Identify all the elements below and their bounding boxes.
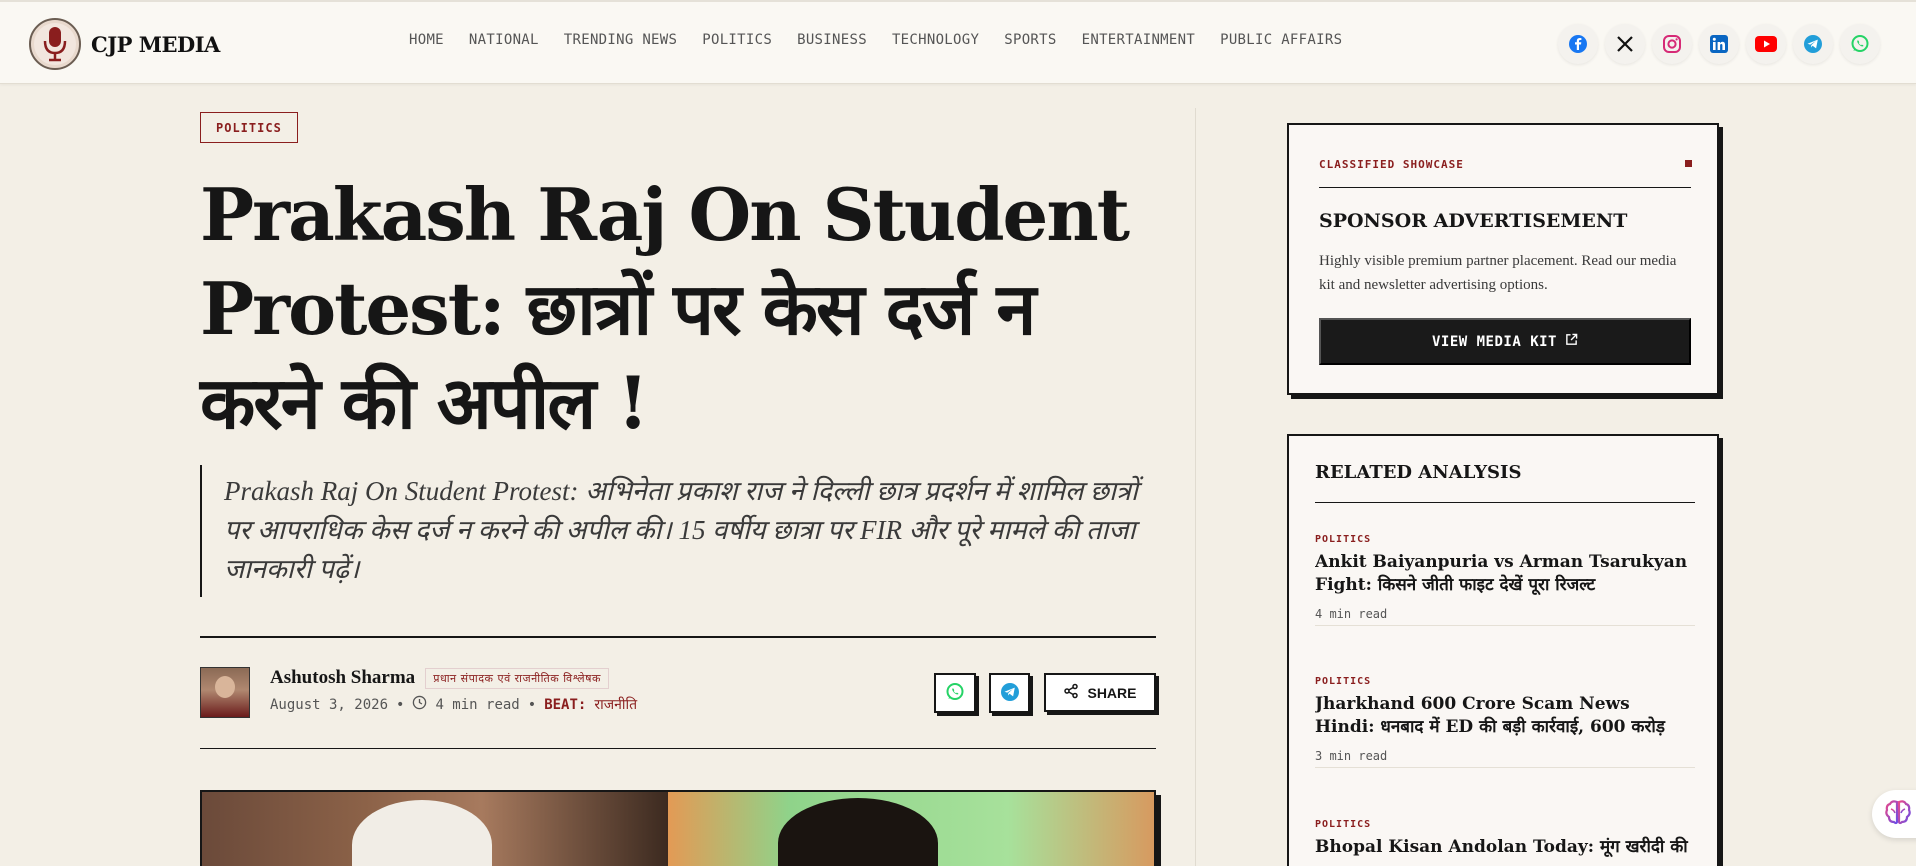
- related-rule: [1315, 502, 1695, 503]
- nav-national[interactable]: NATIONAL: [469, 32, 539, 48]
- hero-image-left-portrait: [202, 792, 668, 866]
- related-read-time: 3 min read: [1315, 749, 1388, 763]
- nav-public-affairs[interactable]: PUBLIC AFFAIRS: [1220, 32, 1342, 48]
- instagram-icon[interactable]: [1652, 24, 1692, 64]
- site-header: CJP MEDIA HOME NATIONAL TRENDING NEWS PO…: [0, 0, 1916, 84]
- byline: Ashutosh Sharma प्रधान संपादक एवं राजनीत…: [200, 667, 637, 718]
- byline-top-rule: [200, 636, 1156, 638]
- brand-name: CJP MEDIA: [91, 31, 220, 57]
- related-category: POLITICS: [1315, 676, 1372, 687]
- author-info: Ashutosh Sharma प्रधान संपादक एवं राजनीत…: [270, 667, 637, 714]
- related-read-time: 4 min read: [1315, 607, 1388, 621]
- related-headline[interactable]: Bhopal Kisan Andolan Today: मूंग खरीदी क…: [1315, 836, 1695, 859]
- nav-politics[interactable]: POLITICS: [702, 32, 772, 48]
- article-dek: Prakash Raj On Student Protest: अभिनेता …: [200, 465, 1150, 597]
- ad-kicker: CLASSIFIED SHOWCASE: [1319, 158, 1464, 171]
- related-category: POLITICS: [1315, 534, 1372, 545]
- share-label: SHARE: [1087, 684, 1137, 701]
- meta-separator: •: [396, 696, 405, 713]
- author-avatar[interactable]: [200, 667, 250, 718]
- ad-title: SPONSOR ADVERTISEMENT: [1319, 210, 1628, 232]
- ad-rule: [1319, 187, 1691, 188]
- view-media-kit-button[interactable]: VIEW MEDIA KIT: [1319, 318, 1691, 365]
- facebook-icon[interactable]: [1558, 24, 1598, 64]
- article-headline: Prakash Raj On Student Protest: छात्रों …: [200, 172, 1130, 445]
- brain-icon: [1884, 799, 1912, 830]
- clock-icon: [412, 695, 427, 714]
- microphone-logo-icon: [29, 18, 81, 70]
- list-item[interactable]: POLITICS Jharkhand 600 Crore Scam News H…: [1315, 676, 1695, 768]
- x-icon[interactable]: [1605, 24, 1645, 64]
- meta-separator: •: [527, 696, 537, 713]
- nav-trending-news[interactable]: TRENDING NEWS: [564, 32, 677, 48]
- hero-image-right-portrait: [668, 792, 1154, 866]
- ad-description: Highly visible premium partner placement…: [1319, 253, 1677, 293]
- telegram-icon[interactable]: [1793, 24, 1833, 64]
- telegram-icon: [1000, 682, 1020, 705]
- external-link-icon: [1565, 333, 1578, 350]
- nav-sports[interactable]: SPORTS: [1004, 32, 1056, 48]
- whatsapp-icon: [945, 682, 965, 705]
- main-nav: HOME NATIONAL TRENDING NEWS POLITICS BUS…: [409, 32, 1342, 48]
- sponsor-ad-card: CLASSIFIED SHOWCASE SPONSOR ADVERTISEMEN…: [1287, 123, 1719, 395]
- related-headline[interactable]: Jharkhand 600 Crore Scam News Hindi: धनब…: [1315, 693, 1695, 739]
- whatsapp-icon[interactable]: [1840, 24, 1880, 64]
- nav-technology[interactable]: TECHNOLOGY: [892, 32, 979, 48]
- category-tag[interactable]: POLITICS: [200, 112, 298, 143]
- list-item[interactable]: POLITICS Bhopal Kisan Andolan Today: मूं…: [1315, 819, 1695, 859]
- social-links: [1558, 24, 1880, 64]
- ad-marker: [1685, 160, 1692, 167]
- publish-date: August 3, 2026: [270, 696, 389, 713]
- ai-assistant-button[interactable]: [1872, 790, 1916, 838]
- brand-logo[interactable]: CJP MEDIA: [29, 18, 220, 70]
- share-whatsapp-button[interactable]: [934, 673, 976, 713]
- article-hero-image[interactable]: [200, 790, 1156, 866]
- linkedin-icon[interactable]: [1699, 24, 1739, 64]
- list-item[interactable]: POLITICS Ankit Baiyanpuria vs Arman Tsar…: [1315, 534, 1695, 626]
- share-button[interactable]: SHARE: [1044, 673, 1156, 712]
- beat-label: BEAT:: [544, 696, 587, 713]
- related-title: RELATED ANALYSIS: [1315, 462, 1522, 483]
- author-role-badge: प्रधान संपादक एवं राजनीतिक विश्लेषक: [425, 667, 609, 689]
- read-time: 4 min read: [435, 696, 520, 713]
- nav-entertainment[interactable]: ENTERTAINMENT: [1082, 32, 1195, 48]
- youtube-icon[interactable]: [1746, 24, 1786, 64]
- nav-home[interactable]: HOME: [409, 32, 444, 48]
- view-media-kit-label: VIEW MEDIA KIT: [1431, 333, 1557, 350]
- column-divider: [1195, 108, 1196, 866]
- beat-value[interactable]: राजनीति: [594, 695, 637, 714]
- share-icon: [1063, 683, 1079, 702]
- related-category: POLITICS: [1315, 819, 1372, 830]
- related-analysis: RELATED ANALYSIS POLITICS Ankit Baiyanpu…: [1287, 434, 1719, 866]
- nav-business[interactable]: BUSINESS: [797, 32, 867, 48]
- share-telegram-button[interactable]: [989, 673, 1030, 713]
- byline-bottom-rule: [200, 748, 1156, 749]
- author-name[interactable]: Ashutosh Sharma: [270, 667, 415, 689]
- related-headline[interactable]: Ankit Baiyanpuria vs Arman Tsarukyan Fig…: [1315, 551, 1695, 597]
